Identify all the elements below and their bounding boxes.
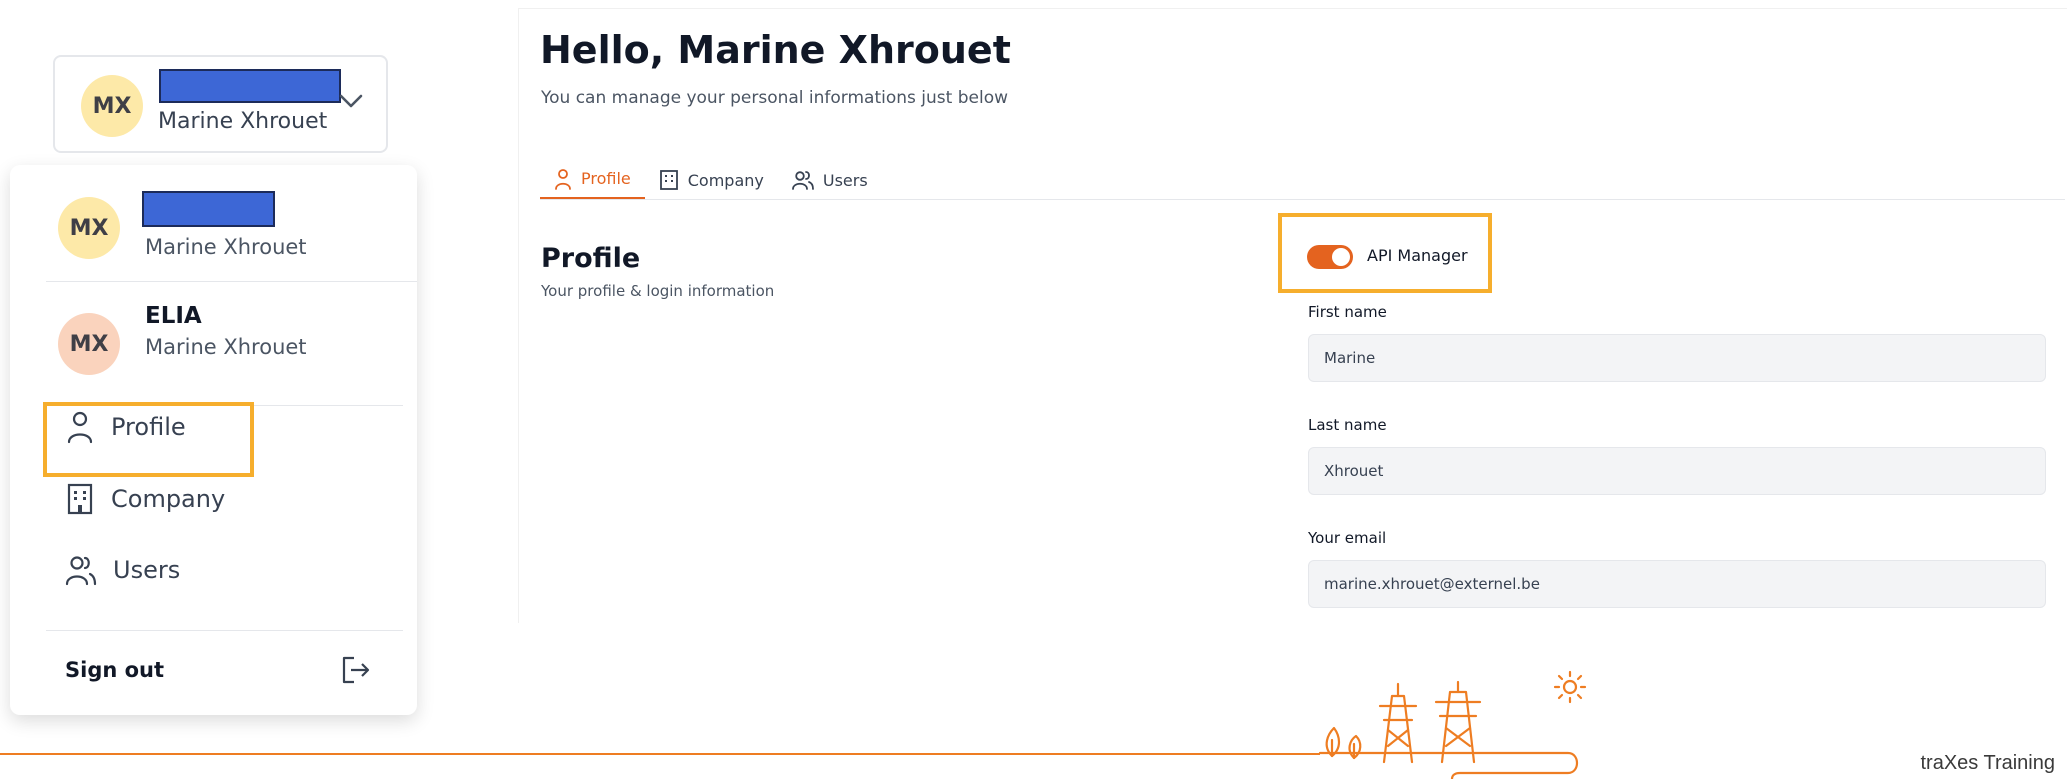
- user-icon: [555, 168, 571, 190]
- tab-company[interactable]: Company: [645, 160, 778, 200]
- menu-item-label: Users: [113, 556, 181, 584]
- account-switcher[interactable]: MX Marine Xhrouet: [53, 55, 388, 153]
- last-name-label: Last name: [1308, 416, 1387, 434]
- redacted-org-name: [142, 191, 275, 227]
- api-manager-label: API Manager: [1367, 246, 1468, 265]
- avatar: MX: [58, 313, 120, 375]
- account-user-name: Marine Xhrouet: [158, 109, 328, 134]
- account-menu: MX Marine Xhrouet MX ELIA Marine Xhrouet…: [10, 165, 417, 715]
- avatar: MX: [58, 197, 120, 259]
- users-icon: [65, 556, 97, 586]
- tab-bar: Profile Company Users: [540, 160, 882, 200]
- brand-label: traXes Training: [1920, 752, 2055, 774]
- users-icon: [791, 171, 814, 190]
- building-icon: [659, 170, 678, 190]
- section-title: Profile: [541, 243, 641, 274]
- tab-users[interactable]: Users: [778, 160, 882, 200]
- tab-label: Users: [822, 170, 868, 190]
- avatar: MX: [81, 75, 143, 137]
- highlight-box: [43, 402, 254, 477]
- first-name-field[interactable]: [1308, 334, 2046, 382]
- account-user-name: Marine Xhrouet: [145, 235, 307, 259]
- divider: [46, 281, 417, 282]
- account-option[interactable]: MX ELIA Marine Xhrouet: [46, 293, 416, 393]
- energy-landscape-icon: [1318, 670, 1587, 779]
- tab-profile[interactable]: Profile: [540, 160, 645, 200]
- page-subtitle: You can manage your personal information…: [541, 88, 1008, 108]
- email-field[interactable]: [1308, 560, 2046, 608]
- api-manager-toggle[interactable]: [1307, 245, 1353, 269]
- divider: [46, 630, 403, 631]
- page-title: Hello, Marine Xhrouet: [540, 28, 1011, 72]
- section-subtitle: Your profile & login information: [541, 282, 775, 300]
- footer-line: [0, 753, 1320, 755]
- sign-out-button[interactable]: Sign out: [65, 658, 164, 682]
- account-org-name: ELIA: [145, 303, 202, 329]
- menu-item-label: Company: [111, 485, 226, 513]
- first-name-label: First name: [1308, 303, 1387, 321]
- account-option[interactable]: MX Marine Xhrouet: [46, 183, 416, 281]
- toggle-knob: [1332, 248, 1350, 266]
- building-icon: [67, 483, 93, 515]
- logout-icon[interactable]: [340, 655, 372, 685]
- chevron-down-icon[interactable]: [338, 93, 364, 109]
- tab-label: Company: [687, 170, 764, 190]
- account-user-name: Marine Xhrouet: [145, 335, 307, 359]
- redacted-org-name: [159, 69, 341, 103]
- menu-item-users[interactable]: Users: [65, 553, 180, 587]
- last-name-field[interactable]: [1308, 447, 2046, 495]
- menu-item-company[interactable]: Company: [65, 482, 225, 516]
- email-label: Your email: [1308, 529, 1387, 547]
- tab-label: Profile: [581, 169, 631, 188]
- divider: [540, 199, 2065, 200]
